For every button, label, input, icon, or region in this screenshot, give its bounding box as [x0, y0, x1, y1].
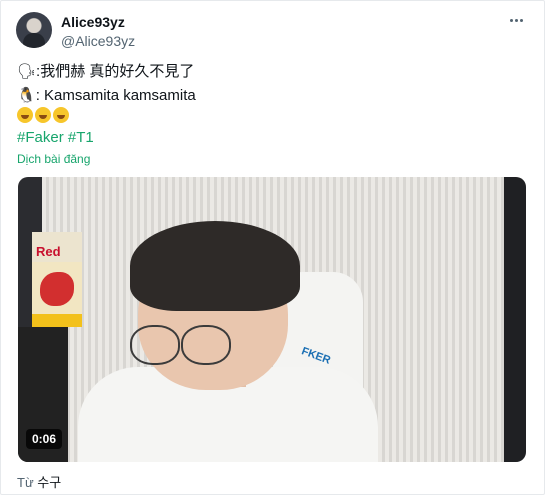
avatar[interactable]: [16, 12, 52, 48]
laughing-emoji-row: [17, 107, 71, 126]
more-options-icon[interactable]: [510, 14, 524, 26]
rofl-icon: [53, 107, 69, 123]
penguin-icon: 🐧: [17, 86, 36, 104]
speaking-head-icon: 🗣: [17, 62, 37, 80]
tweet-line-2: 🐧: Kamsamita kamsamita: [17, 86, 196, 104]
rofl-icon: [17, 107, 33, 123]
source-attribution: Từ 수구: [17, 475, 62, 490]
tweet-line-1: 🗣:我們赫 真的好久不見了: [17, 62, 195, 80]
translate-link[interactable]: Dịch bài đăng: [17, 152, 90, 166]
hashtags[interactable]: #Faker #T1: [17, 128, 94, 147]
author-handle[interactable]: @Alice93yz: [61, 33, 135, 49]
source-link[interactable]: 수구: [37, 475, 61, 490]
red-bull-can: Red: [32, 232, 82, 327]
author-name[interactable]: Alice93yz: [61, 14, 125, 30]
rofl-icon: [35, 107, 51, 123]
video-player[interactable]: Red FKER 0:06: [18, 177, 526, 462]
video-duration: 0:06: [26, 429, 63, 449]
